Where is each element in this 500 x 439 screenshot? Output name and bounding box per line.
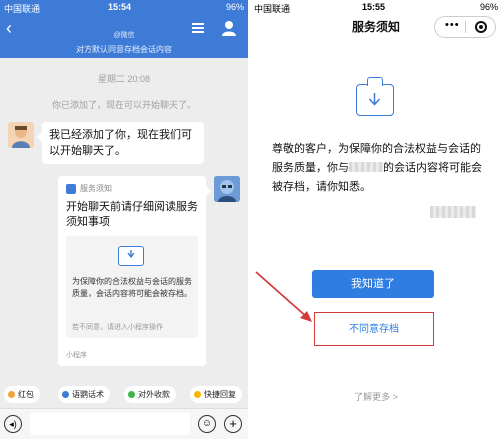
menu-icon[interactable]: [190, 20, 206, 36]
chat-screen: 中国联通 15:54 96% ‹ @微信 对方默认同意存档会话内容 星期二 20…: [0, 0, 248, 439]
status-bar: 中国联通 15:55 96%: [252, 0, 500, 14]
chip-label: 红包: [18, 390, 34, 399]
quick-reply-shortcut[interactable]: 快捷回复: [190, 386, 242, 403]
decline-archive-button[interactable]: 不同意存档: [314, 312, 434, 346]
document-icon: [356, 77, 394, 116]
carrier-label: 中国联通: [254, 4, 291, 14]
more-icon[interactable]: •••: [445, 19, 460, 31]
quick-reply-bar: 红包 语鹦话术 对外收款 快捷回复: [0, 382, 248, 406]
mini-program-label: 小程序: [66, 352, 87, 359]
service-notice-page: 中国联通 15:55 96% 服务须知 ••• 尊敬的客户，为保障你的合法权益与…: [252, 0, 500, 439]
acknowledge-button[interactable]: 我知道了: [312, 270, 434, 298]
plus-icon[interactable]: +: [224, 415, 242, 433]
red-packet-icon: [8, 391, 15, 398]
quick-reply-scripts[interactable]: 语鹦话术: [58, 386, 110, 403]
message-bubble[interactable]: 我已经添加了你，现在我们可以开始聊天了。: [37, 122, 204, 164]
avatar[interactable]: [8, 122, 34, 148]
document-icon: [118, 246, 144, 266]
chat-subtitle: @微信: [113, 32, 135, 39]
card-header: 服务须知: [80, 184, 112, 193]
input-bar: ◂) ☺ +: [0, 408, 248, 439]
chat-header: ‹ @微信: [0, 16, 248, 42]
quick-reply-payment[interactable]: 对外收款: [124, 386, 176, 403]
timestamp: 星期二 20:08: [97, 74, 151, 84]
archive-banner: 对方默认同意存档会话内容: [0, 42, 248, 58]
battery-label: 96%: [479, 2, 498, 12]
card-note: 若不同意，请进入小程序操作: [72, 324, 163, 331]
avatar[interactable]: [214, 176, 240, 202]
card-preview: 为保障你的合法权益与会话的服务质量，会话内容将可能会被存档。 若不同意，请进入小…: [66, 236, 198, 338]
mini-program-capsule: •••: [434, 16, 496, 38]
chip-label: 对外收款: [138, 390, 170, 399]
chip-label: 语鹦话术: [72, 390, 104, 399]
battery-label: 96%: [225, 2, 244, 12]
quick-reply-red-packet[interactable]: 红包: [4, 386, 40, 403]
redacted-name: [349, 162, 383, 172]
scripts-icon: [62, 391, 69, 398]
voice-icon[interactable]: ◂): [4, 415, 22, 433]
capsule-divider: [465, 21, 466, 33]
payment-icon: [128, 391, 135, 398]
shortcut-icon: [194, 391, 201, 398]
card-body: 为保障你的合法权益与会话的服务质量，会话内容将可能会被存档。: [72, 277, 192, 298]
learn-more-link[interactable]: 了解更多 >: [252, 390, 500, 403]
emoji-icon[interactable]: ☺: [198, 415, 216, 433]
notice-app-icon: [66, 184, 76, 194]
annotation-arrow: [255, 271, 312, 322]
clock: 15:54: [108, 2, 132, 12]
clock: 15:55: [362, 2, 386, 12]
notice-text: 尊敬的客户，为保障你的合法权益与会话的服务质量，你与 的会话内容将可能会被存档，请…: [272, 140, 482, 197]
service-notice-card[interactable]: 服务须知 开始聊天前请仔细阅读服务须知事项 为保障你的合法权益与会话的服务质量，…: [58, 176, 211, 366]
carrier-label: 中国联通: [4, 4, 41, 14]
status-bar: 中国联通 15:54 96%: [0, 0, 248, 16]
message-input[interactable]: [30, 413, 190, 435]
chip-label: 快捷回复: [204, 390, 236, 399]
person-icon[interactable]: [220, 19, 238, 37]
redacted-signature: [430, 206, 476, 218]
system-message: 你已添加了，现在可以开始聊天了。: [51, 100, 196, 110]
card-title: 开始聊天前请仔细阅读服务须知事项: [66, 201, 198, 228]
close-icon[interactable]: [475, 21, 487, 33]
